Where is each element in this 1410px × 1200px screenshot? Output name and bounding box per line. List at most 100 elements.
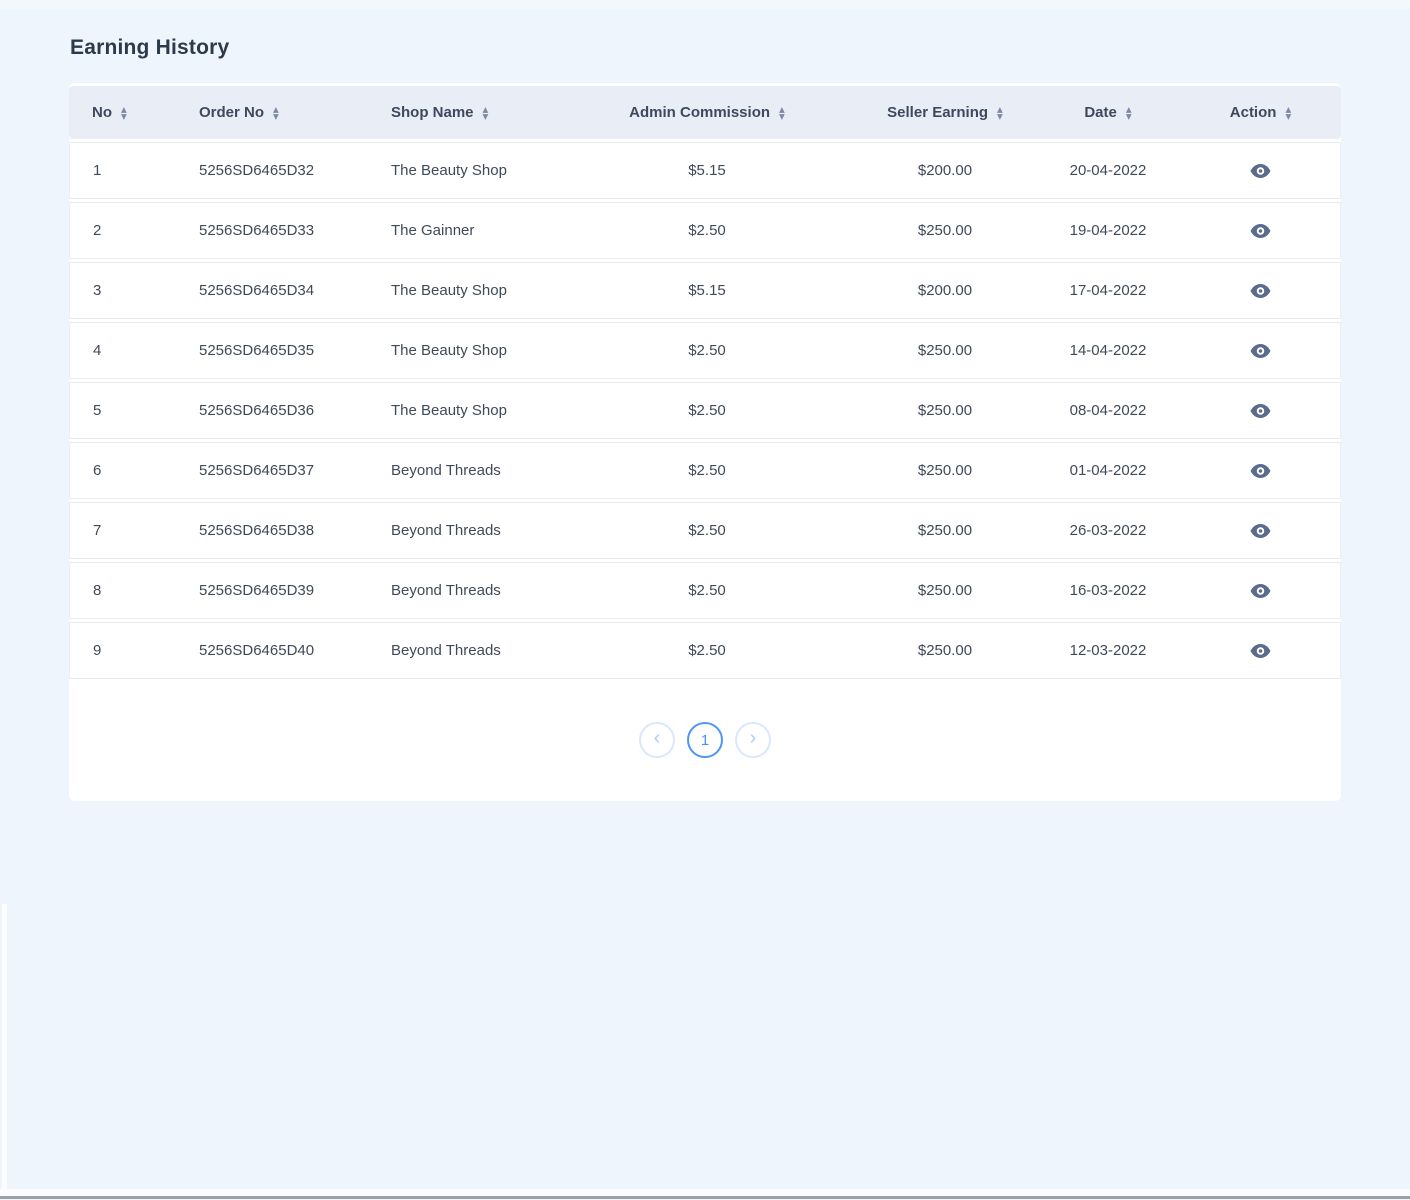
pagination: ‹ 1 › [69, 682, 1341, 801]
cell-date: 01-04-2022 [1036, 442, 1180, 499]
table-row: 4 5256SD6465D35 The Beauty Shop $2.50 $2… [69, 322, 1341, 379]
column-header-label: Shop Name [391, 104, 474, 121]
cell-admin-commission: $5.15 [560, 142, 854, 199]
view-action-button[interactable] [1244, 640, 1277, 662]
view-action-button[interactable] [1244, 580, 1277, 602]
cell-admin-commission: $2.50 [560, 382, 854, 439]
sort-arrows-icon: ▲▼ [779, 107, 785, 119]
column-header-label: Action [1230, 104, 1277, 121]
cell-seller-earning: $200.00 [854, 142, 1036, 199]
cell-no: 4 [69, 322, 176, 379]
bottom-frame-border [0, 1196, 1410, 1199]
cell-seller-earning: $250.00 [854, 202, 1036, 259]
cell-action [1180, 502, 1341, 559]
eye-icon [1250, 404, 1271, 418]
earning-history-card: No ▲▼ Order No ▲▼ Shop Name ▲▼ Admin Com… [69, 83, 1341, 801]
eye-icon [1250, 584, 1271, 598]
column-header-seller-earning[interactable]: Seller Earning ▲▼ [854, 86, 1036, 139]
eye-icon [1250, 464, 1271, 478]
left-frame-line [2, 904, 7, 1198]
cell-no: 3 [69, 262, 176, 319]
cell-action [1180, 142, 1341, 199]
view-action-button[interactable] [1244, 340, 1277, 362]
cell-action [1180, 442, 1341, 499]
cell-shop-name: Beyond Threads [368, 562, 560, 619]
cell-action [1180, 202, 1341, 259]
eye-icon [1250, 164, 1271, 178]
cell-action [1180, 562, 1341, 619]
cell-admin-commission: $2.50 [560, 562, 854, 619]
earning-history-page: Earning History No ▲▼ Order No ▲▼ Shop N… [0, 0, 1410, 801]
cell-action [1180, 382, 1341, 439]
cell-order-no: 5256SD6465D37 [176, 442, 368, 499]
table-row: 8 5256SD6465D39 Beyond Threads $2.50 $25… [69, 562, 1341, 619]
view-action-button[interactable] [1244, 280, 1277, 302]
cell-no: 6 [69, 442, 176, 499]
cell-date: 08-04-2022 [1036, 382, 1180, 439]
column-header-shop-name[interactable]: Shop Name ▲▼ [368, 86, 560, 139]
pagination-page-1-button[interactable]: 1 [687, 722, 723, 758]
cell-order-no: 5256SD6465D32 [176, 142, 368, 199]
cell-seller-earning: $250.00 [854, 622, 1036, 679]
column-header-admin-commission[interactable]: Admin Commission ▲▼ [560, 86, 854, 139]
table-header-row: No ▲▼ Order No ▲▼ Shop Name ▲▼ Admin Com… [69, 86, 1341, 139]
cell-admin-commission: $2.50 [560, 322, 854, 379]
sort-arrows-icon: ▲▼ [1285, 107, 1291, 119]
cell-action [1180, 322, 1341, 379]
earning-history-table: No ▲▼ Order No ▲▼ Shop Name ▲▼ Admin Com… [69, 83, 1341, 682]
cell-admin-commission: $2.50 [560, 502, 854, 559]
view-action-button[interactable] [1244, 220, 1277, 242]
table-row: 1 5256SD6465D32 The Beauty Shop $5.15 $2… [69, 142, 1341, 199]
cell-admin-commission: $2.50 [560, 622, 854, 679]
view-action-button[interactable] [1244, 520, 1277, 542]
cell-seller-earning: $250.00 [854, 442, 1036, 499]
cell-order-no: 5256SD6465D36 [176, 382, 368, 439]
table-row: 6 5256SD6465D37 Beyond Threads $2.50 $25… [69, 442, 1341, 499]
table-row: 2 5256SD6465D33 The Gainner $2.50 $250.0… [69, 202, 1341, 259]
page-title: Earning History [70, 36, 1341, 60]
cell-shop-name: Beyond Threads [368, 442, 560, 499]
sort-arrows-icon: ▲▼ [483, 107, 489, 119]
cell-date: 12-03-2022 [1036, 622, 1180, 679]
pagination-prev-button[interactable]: ‹ [639, 722, 675, 758]
cell-no: 9 [69, 622, 176, 679]
cell-admin-commission: $5.15 [560, 262, 854, 319]
cell-shop-name: The Beauty Shop [368, 262, 560, 319]
column-header-action[interactable]: Action ▲▼ [1180, 86, 1341, 139]
cell-seller-earning: $250.00 [854, 382, 1036, 439]
sort-arrows-icon: ▲▼ [121, 107, 127, 119]
bottom-frame-highlight [0, 1189, 1410, 1196]
cell-seller-earning: $250.00 [854, 502, 1036, 559]
cell-date: 14-04-2022 [1036, 322, 1180, 379]
cell-action [1180, 622, 1341, 679]
chevron-left-icon: ‹ [654, 728, 661, 748]
column-header-order-no[interactable]: Order No ▲▼ [176, 86, 368, 139]
column-header-date[interactable]: Date ▲▼ [1036, 86, 1180, 139]
sort-arrows-icon: ▲▼ [1126, 107, 1132, 119]
cell-shop-name: Beyond Threads [368, 622, 560, 679]
view-action-button[interactable] [1244, 160, 1277, 182]
sort-arrows-icon: ▲▼ [997, 107, 1003, 119]
cell-no: 2 [69, 202, 176, 259]
table-row: 5 5256SD6465D36 The Beauty Shop $2.50 $2… [69, 382, 1341, 439]
cell-order-no: 5256SD6465D40 [176, 622, 368, 679]
cell-admin-commission: $2.50 [560, 202, 854, 259]
column-header-no[interactable]: No ▲▼ [69, 86, 176, 139]
table-row: 7 5256SD6465D38 Beyond Threads $2.50 $25… [69, 502, 1341, 559]
column-header-label: Seller Earning [887, 104, 988, 121]
view-action-button[interactable] [1244, 460, 1277, 482]
column-header-label: Date [1084, 104, 1117, 121]
cell-date: 17-04-2022 [1036, 262, 1180, 319]
cell-order-no: 5256SD6465D39 [176, 562, 368, 619]
cell-order-no: 5256SD6465D34 [176, 262, 368, 319]
cell-seller-earning: $250.00 [854, 322, 1036, 379]
view-action-button[interactable] [1244, 400, 1277, 422]
cell-date: 19-04-2022 [1036, 202, 1180, 259]
cell-no: 8 [69, 562, 176, 619]
cell-shop-name: The Gainner [368, 202, 560, 259]
cell-date: 20-04-2022 [1036, 142, 1180, 199]
pagination-next-button[interactable]: › [735, 722, 771, 758]
cell-shop-name: Beyond Threads [368, 502, 560, 559]
cell-seller-earning: $250.00 [854, 562, 1036, 619]
cell-no: 5 [69, 382, 176, 439]
